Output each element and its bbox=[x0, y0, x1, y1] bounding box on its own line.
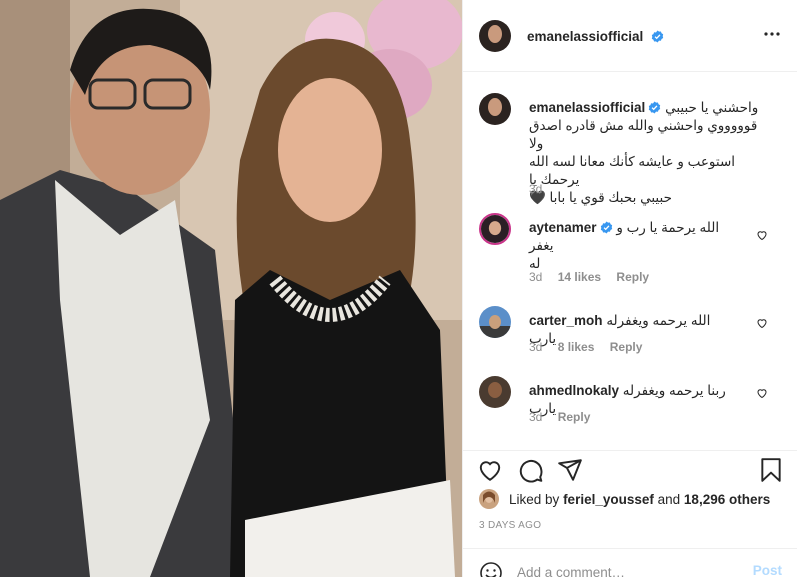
photo-scene bbox=[0, 0, 462, 577]
post-details-panel: emanelassiofficial emanelassiofficial وا… bbox=[462, 0, 797, 577]
post-header: emanelassiofficial bbox=[463, 0, 797, 72]
likes-count[interactable]: 18,296 others bbox=[684, 492, 770, 507]
caption-username[interactable]: emanelassiofficial bbox=[529, 100, 645, 115]
comment-like-heart-icon[interactable] bbox=[756, 317, 768, 329]
comment-meta: 3d 14 likes Reply bbox=[529, 270, 661, 284]
comment-username[interactable]: aytenamer bbox=[529, 220, 597, 235]
verified-badge-icon bbox=[600, 221, 612, 234]
liker-avatar[interactable] bbox=[479, 489, 499, 509]
heart-icon[interactable] bbox=[477, 457, 503, 483]
reply-button[interactable]: Reply bbox=[558, 410, 591, 424]
commenter-avatar[interactable] bbox=[479, 213, 511, 245]
add-comment-input[interactable] bbox=[517, 561, 737, 577]
comment-likes[interactable]: 14 likes bbox=[558, 270, 601, 284]
caption-time[interactable]: 3d bbox=[529, 182, 542, 196]
smile-icon[interactable] bbox=[479, 561, 503, 577]
woman-face bbox=[278, 78, 382, 222]
post-photo[interactable] bbox=[0, 0, 462, 577]
author-name-wrap: emanelassiofficial bbox=[527, 28, 664, 46]
verified-badge-icon bbox=[649, 101, 661, 114]
comment-time[interactable]: 3d bbox=[529, 410, 542, 424]
comment-like-heart-icon[interactable] bbox=[756, 229, 768, 241]
comment-meta: 3d 8 likes Reply bbox=[529, 340, 654, 354]
comments-list: emanelassiofficial واحشني يا حبيبي قوووو… bbox=[463, 73, 797, 450]
comment-time[interactable]: 3d bbox=[529, 270, 542, 284]
more-icon[interactable] bbox=[764, 26, 780, 42]
caption-line: قوووووي واحشني والله مش قادره اصدق ولا bbox=[529, 118, 758, 151]
comment-likes[interactable]: 8 likes bbox=[558, 340, 595, 354]
comment-username[interactable]: ahmedlnokaly bbox=[529, 383, 619, 398]
author-username[interactable]: emanelassiofficial bbox=[527, 29, 643, 44]
caption-line: واحشني يا حبيبي bbox=[665, 100, 759, 115]
caption-text: emanelassiofficial واحشني يا حبيبي قوووو… bbox=[529, 99, 759, 207]
post-comment-button[interactable]: Post bbox=[753, 563, 782, 577]
reply-button[interactable]: Reply bbox=[616, 270, 649, 284]
author-avatar[interactable] bbox=[479, 20, 511, 52]
comment-time[interactable]: 3d bbox=[529, 340, 542, 354]
comment-username[interactable]: carter_moh bbox=[529, 313, 603, 328]
comment-like-heart-icon[interactable] bbox=[756, 387, 768, 399]
reply-button[interactable]: Reply bbox=[610, 340, 643, 354]
comment-icon[interactable] bbox=[518, 457, 544, 483]
commenter-avatar[interactable] bbox=[479, 376, 511, 408]
caption-meta: 3d bbox=[529, 182, 554, 196]
caption-line: حبيبي بحبك قوي يا بابا 🖤 bbox=[529, 190, 672, 205]
caption-line: استوعب و عايشه كأنك معانا لسه الله يرحمك… bbox=[529, 154, 736, 187]
comment-text: aytenamer الله يرحمة يا رب و يغفر له bbox=[529, 219, 729, 273]
share-icon[interactable] bbox=[557, 457, 583, 483]
likes-summary: Liked by feriel_youssef and 18,296 other… bbox=[479, 488, 770, 510]
comment-meta: 3d Reply bbox=[529, 410, 602, 424]
commenter-avatar[interactable] bbox=[479, 306, 511, 338]
likes-prefix: Liked by bbox=[509, 491, 560, 507]
liker-username[interactable]: feriel_youssef bbox=[563, 492, 654, 507]
likes-and: and bbox=[657, 491, 681, 507]
author-avatar[interactable] bbox=[479, 93, 511, 125]
action-bar bbox=[463, 450, 797, 486]
add-comment-bar: Post bbox=[463, 548, 797, 577]
bookmark-icon[interactable] bbox=[758, 457, 784, 483]
post-date[interactable]: 3 DAYS AGO bbox=[479, 520, 541, 531]
verified-badge-icon bbox=[651, 30, 663, 43]
